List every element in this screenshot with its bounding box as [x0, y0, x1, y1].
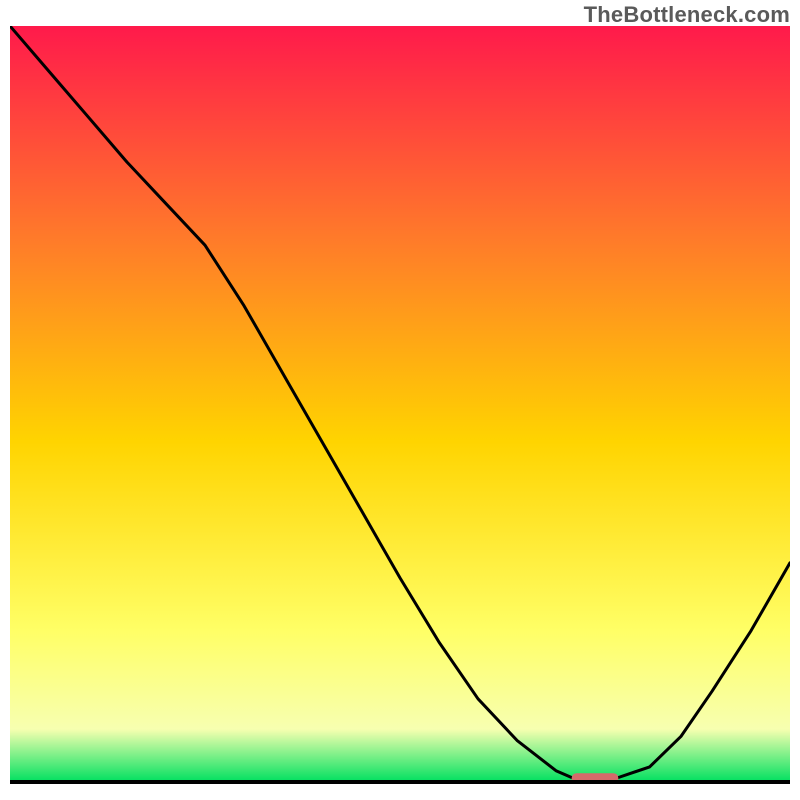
- plot-area: [10, 26, 790, 790]
- gradient-background: [10, 26, 790, 782]
- watermark-text: TheBottleneck.com: [584, 2, 790, 28]
- chart-stage: TheBottleneck.com: [0, 0, 800, 800]
- chart-svg: [10, 26, 790, 790]
